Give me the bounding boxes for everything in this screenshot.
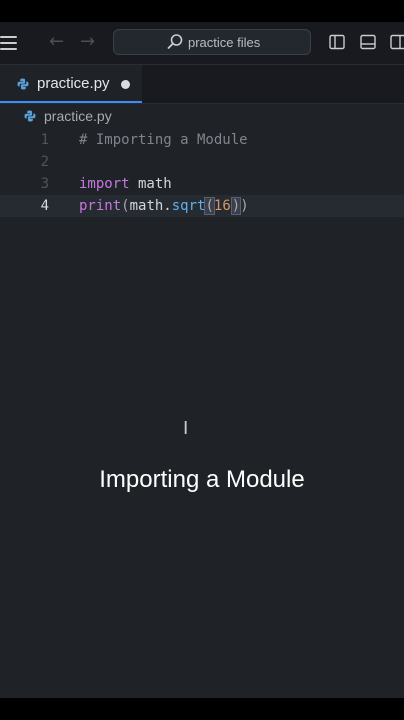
code-comment: # Importing a Module — [79, 132, 248, 148]
toggle-panel-icon[interactable] — [360, 34, 376, 50]
editor-window: ← → practice files practice.py practice.… — [0, 22, 404, 698]
breadcrumb-file[interactable]: practice.py — [44, 107, 112, 125]
keyword-token: import — [79, 176, 130, 192]
title-bar: ← → practice files — [0, 22, 404, 65]
line-number: 2 — [40, 154, 49, 170]
code-line[interactable]: 1 # Importing a Module — [0, 129, 404, 151]
video-caption: Importing a Module — [99, 466, 305, 493]
command-center-search[interactable]: practice files — [113, 29, 311, 55]
unsaved-indicator-icon[interactable] — [121, 80, 130, 89]
menu-icon[interactable] — [0, 36, 17, 50]
search-text: practice files — [188, 35, 261, 50]
function-token: print — [79, 198, 122, 214]
line-number: 4 — [40, 198, 49, 214]
search-icon — [167, 34, 183, 49]
code-import-statement: import math — [79, 176, 172, 192]
toggle-sidebar-icon[interactable] — [329, 34, 345, 50]
line-number: 3 — [40, 176, 49, 192]
code-line[interactable]: 2 — [0, 151, 404, 173]
forward-arrow-icon[interactable]: → — [80, 32, 95, 52]
code-line-current[interactable]: 4 print(math.sqrt(16)) — [0, 195, 404, 217]
python-file-icon — [17, 78, 29, 90]
module-token: math — [129, 176, 172, 192]
tab-practice-py[interactable]: practice.py — [0, 65, 142, 103]
python-file-icon — [24, 110, 36, 122]
mouse-ibeam-icon: I — [183, 418, 189, 439]
tab-bar: practice.py — [0, 65, 404, 104]
line-number: 1 — [40, 132, 49, 148]
code-print-statement: print(math.sqrt(16)) — [79, 197, 249, 215]
breadcrumb: practice.py — [0, 104, 404, 128]
code-line[interactable]: 3 import math — [0, 173, 404, 195]
back-arrow-icon[interactable]: ← — [49, 32, 64, 52]
code-editor[interactable]: 1 # Importing a Module 2 3 import math 4… — [0, 128, 404, 698]
toggle-secondary-sidebar-icon[interactable] — [390, 34, 404, 50]
tab-label: practice.py — [37, 75, 110, 92]
